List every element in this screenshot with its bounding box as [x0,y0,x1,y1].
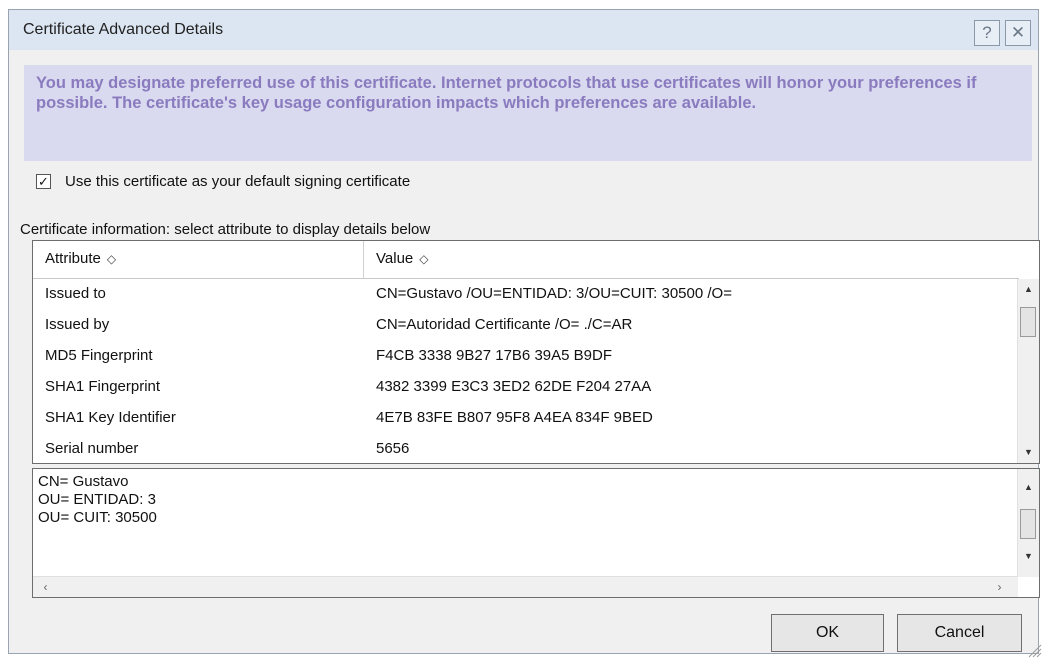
ok-button[interactable]: OK [771,614,884,652]
resize-grip-icon[interactable] [1026,642,1042,658]
default-signing-checkbox[interactable]: ✓ [36,174,51,189]
table-row-sha1-key-identifier[interactable]: SHA1 Key Identifier 4E7B 83FE B807 95F8 … [33,403,1019,433]
sort-icon: ◇ [106,252,117,266]
title-bar[interactable]: Certificate Advanced Details ? ✕ [9,10,1038,50]
scroll-up-icon[interactable]: ▲ [1018,479,1039,496]
sort-icon: ◇ [419,252,429,266]
dialog-title: Certificate Advanced Details [23,21,224,38]
table-row-md5-fingerprint[interactable]: MD5 Fingerprint F4CB 3338 9B27 17B6 39A5… [33,341,1019,371]
column-header-value[interactable]: Value ◇ [364,241,1019,279]
value-cell: 5656 [376,440,410,457]
value-cell: 4E7B 83FE B807 95F8 A4EA 834F 9BED [376,409,653,426]
column-header-attribute-label: Attribute [45,250,101,267]
attribute-cell: MD5 Fingerprint [45,347,153,364]
preference-info-banner: You may designate preferred use of this … [24,65,1032,161]
detail-line: OU= CUIT: 30500 [38,509,157,526]
column-header-value-label: Value [376,250,414,267]
certificate-advanced-details-dialog: Certificate Advanced Details ? ✕ You may… [8,9,1042,658]
close-button[interactable]: ✕ [1005,20,1031,46]
scrollbar-thumb[interactable] [1020,509,1036,539]
attribute-details-box[interactable]: CN= Gustavo OU= ENTIDAD: 3 OU= CUIT: 305… [32,468,1040,598]
attribute-cell: Issued by [45,316,110,333]
scroll-left-icon[interactable]: ‹ [37,577,54,597]
cancel-button[interactable]: Cancel [897,614,1022,652]
scroll-down-icon[interactable]: ▼ [1018,548,1039,565]
table-row-sha1-fingerprint[interactable]: SHA1 Fingerprint 4382 3399 E3C3 3ED2 62D… [33,372,1019,402]
details-vertical-scrollbar[interactable]: ▲ ▼ [1017,469,1039,577]
attribute-cell: SHA1 Fingerprint [45,378,161,395]
attribute-list: Attribute ◇ Value ◇ Issued to CN=Gustavo /… [32,240,1040,464]
detail-line: OU= ENTIDAD: 3 [38,491,156,508]
table-row-issued-by[interactable]: Issued by CN=Autoridad Certificante /O= … [33,310,1019,340]
scroll-up-icon[interactable]: ▲ [1018,281,1039,298]
help-button[interactable]: ? [974,20,1000,46]
attribute-list-vertical-scrollbar[interactable]: ▲ ▼ [1017,279,1039,463]
value-cell: F4CB 3338 9B27 17B6 39A5 B9DF [376,347,612,364]
scrollbar-thumb[interactable] [1020,307,1036,337]
default-signing-label[interactable]: Use this certificate as your default sig… [65,173,410,190]
table-row-serial-number[interactable]: Serial number 5656 [33,434,1019,463]
certificate-info-label: Certificate information: select attribut… [20,221,431,238]
details-horizontal-scrollbar[interactable]: ‹ › [33,576,1018,597]
detail-line: CN= Gustavo [38,473,129,490]
attribute-cell: Serial number [45,440,139,457]
scroll-down-icon[interactable]: ▼ [1018,444,1039,461]
value-cell: CN=Gustavo /OU=ENTIDAD: 3/OU=CUIT: 30500… [376,285,732,302]
column-header-attribute[interactable]: Attribute ◇ [33,241,364,279]
attribute-cell: Issued to [45,285,106,302]
table-row-issued-to[interactable]: Issued to CN=Gustavo /OU=ENTIDAD: 3/OU=C… [33,279,1019,309]
value-cell: CN=Autoridad Certificante /O= ./C=AR [376,316,633,333]
attribute-cell: SHA1 Key Identifier [45,409,176,426]
value-cell: 4382 3399 E3C3 3ED2 62DE F204 27AA [376,378,652,395]
scroll-right-icon[interactable]: › [991,577,1008,597]
